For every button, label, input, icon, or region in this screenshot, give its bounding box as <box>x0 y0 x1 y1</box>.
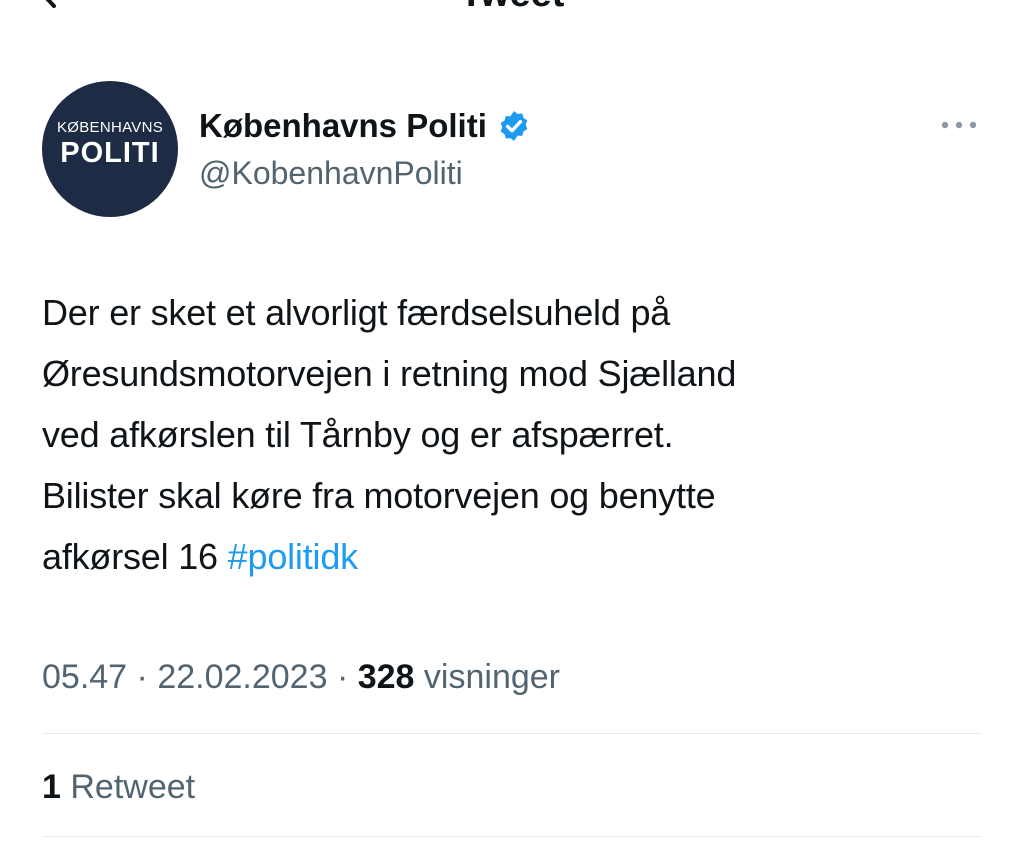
avatar[interactable]: KØBENHAVNS POLITI <box>42 81 178 217</box>
tweet-text-line-last: afkørsel 16 #politidk <box>42 526 982 587</box>
tweet-text: Der er sket et alvorligt færdselsuheld p… <box>42 282 982 587</box>
hashtag-link[interactable]: #politidk <box>228 536 358 577</box>
more-options-button[interactable] <box>934 110 984 140</box>
retweets-stat[interactable]: 1 Retweet <box>42 765 195 809</box>
meta-separator: · <box>136 658 148 696</box>
divider <box>42 733 982 734</box>
tweet-time[interactable]: 05.47 <box>42 658 127 696</box>
more-options-icon <box>941 121 977 129</box>
views-label: visninger <box>423 658 560 696</box>
author-handle[interactable]: @KobenhavnPoliti <box>199 153 463 193</box>
views-count: 328 <box>357 658 415 696</box>
retweet-count: 1 <box>42 768 61 806</box>
meta-separator: · <box>336 658 349 696</box>
tweet-text-line: Der er sket et alvorligt færdselsuheld p… <box>42 292 671 333</box>
author-name[interactable]: Københavns Politi <box>199 105 531 147</box>
tweet-text-line: ved afkørslen til Tårnby og er afspærret… <box>42 414 674 455</box>
tweet-text-segment: afkørsel 16 <box>42 536 228 577</box>
tweet-text-line: Øresundsmotorvejen i retning mod Sjællan… <box>42 353 737 394</box>
tweet-text-line: Bilister skal køre fra motorvejen og ben… <box>42 475 716 516</box>
tweet-date[interactable]: 22.02.2023 <box>157 658 327 696</box>
tweet-meta: 05.47 · 22.02.2023 · 328 visninger <box>42 655 560 699</box>
author-display-name: Københavns Politi <box>199 107 487 144</box>
avatar-logo-text-bottom: POLITI <box>60 137 160 169</box>
top-bar: Tweet <box>0 0 1024 14</box>
avatar-logo-text-top: KØBENHAVNS <box>56 119 164 136</box>
retweet-label: Retweet <box>70 768 196 806</box>
verified-badge-icon <box>500 111 528 141</box>
page-title: Tweet <box>0 0 1024 14</box>
divider <box>42 836 982 837</box>
